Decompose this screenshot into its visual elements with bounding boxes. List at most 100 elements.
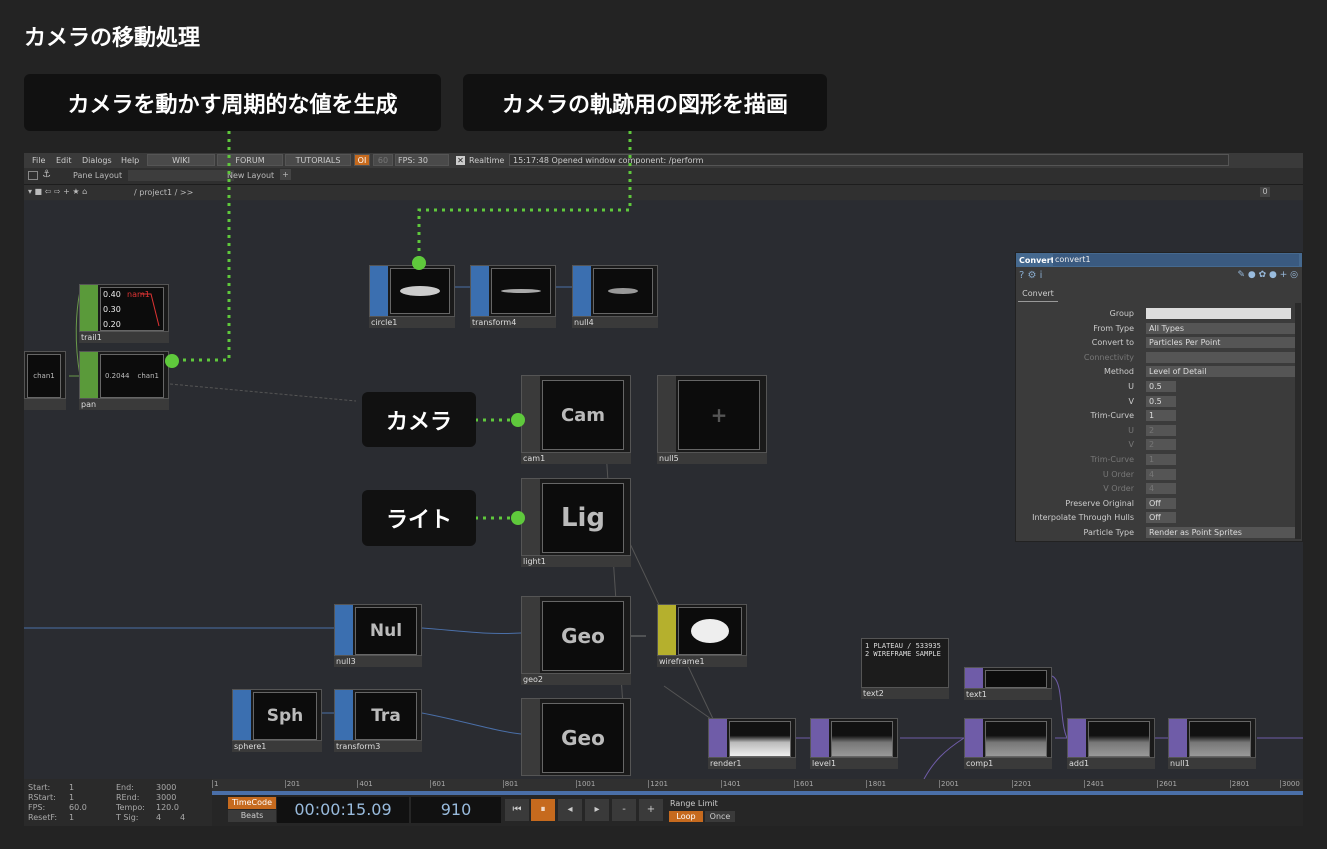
tutorials-button[interactable]: TUTORIALS <box>285 154 351 166</box>
loop-button[interactable]: Loop <box>669 811 703 822</box>
node-null1[interactable]: null1 <box>1168 718 1256 770</box>
node-render1[interactable]: render1 <box>708 718 796 770</box>
menu-help[interactable]: Help <box>121 156 139 165</box>
timeline-range[interactable] <box>212 791 1303 795</box>
param-row[interactable]: Trim-Curve 1 <box>1016 453 1302 466</box>
menu-edit[interactable]: Edit <box>56 156 72 165</box>
param-value[interactable]: 1 <box>1146 454 1176 465</box>
param-row[interactable]: U Order 4 <box>1016 468 1302 481</box>
param-value[interactable]: 0.5 <box>1146 381 1176 392</box>
param-value[interactable] <box>1146 351 1298 363</box>
param-row[interactable]: Particle Type Render as Point Sprites <box>1016 526 1302 539</box>
node-label: cam1 <box>521 453 631 464</box>
timeline-ruler[interactable]: 1 201 401 601 801 1001 1201 1401 1601 1801 2001 220… <box>212 779 1303 791</box>
zero-button[interactable]: 0 <box>1260 187 1270 197</box>
node-transform4[interactable]: transform4 <box>470 265 556 329</box>
param-row[interactable]: Connectivity <box>1016 351 1302 364</box>
rewind-icon[interactable]: ⏮ <box>505 799 529 821</box>
node-chan1-left[interactable]: chan1 <box>24 351 66 411</box>
param-row[interactable]: Method Level of Detail <box>1016 365 1302 378</box>
oi-button[interactable]: OI <box>354 154 370 166</box>
menu-dialogs[interactable]: Dialogs <box>82 156 112 165</box>
param-value[interactable]: Off <box>1146 512 1176 524</box>
pane-icon[interactable] <box>28 171 38 180</box>
step-back-icon[interactable]: ◂ <box>558 799 582 821</box>
node-comp1[interactable]: comp1 <box>964 718 1052 770</box>
param-row[interactable]: V2 <box>1016 438 1302 451</box>
frame-display[interactable]: 910 <box>411 797 501 823</box>
minus-button[interactable]: - <box>612 799 636 821</box>
layout-presets[interactable] <box>128 170 234 181</box>
param-row[interactable]: V 0.5 <box>1016 395 1302 408</box>
node-wireframe1[interactable]: wireframe1 <box>657 604 747 668</box>
realtime-checkbox[interactable]: ✕ <box>456 156 465 165</box>
node-level1[interactable]: level1 <box>810 718 898 770</box>
beats-button[interactable]: Beats <box>228 810 276 822</box>
param-row[interactable]: Convert to Particles Per Point <box>1016 336 1302 349</box>
node-add1[interactable]: add1 <box>1067 718 1155 770</box>
param-value[interactable]: 4 <box>1146 483 1176 495</box>
param-value[interactable]: 0.5 <box>1146 395 1176 407</box>
add-preview <box>1088 721 1150 757</box>
once-button[interactable]: Once <box>705 811 735 822</box>
param-value[interactable]: 4 <box>1146 468 1176 480</box>
node-sphere1[interactable]: Sph sphere1 <box>232 689 322 753</box>
node-label: trail1 <box>79 332 169 343</box>
param-row[interactable]: Trim-Curve 1 <box>1016 409 1302 422</box>
node-null5[interactable]: + null5 <box>657 375 767 465</box>
network-path[interactable]: / project1 / >> <box>134 188 193 197</box>
node-null3[interactable]: Nul null3 <box>334 604 422 668</box>
help-icon[interactable]: ? ⚙ i <box>1019 270 1042 281</box>
param-row[interactable]: U2 <box>1016 424 1302 437</box>
node-text2[interactable]: 1 PLATEAU / 533935 2 WIREFRAME SAMPLE te… <box>861 638 949 700</box>
node-geo-bottom[interactable]: Geo <box>521 698 631 779</box>
new-layout-label[interactable]: New Layout <box>227 171 274 180</box>
node-text1[interactable]: text1 <box>964 667 1052 701</box>
param-value[interactable]: Particles Per Point <box>1146 337 1298 349</box>
node-transform3[interactable]: Tra transform3 <box>334 689 422 753</box>
add-layout-button[interactable]: + <box>280 169 291 180</box>
tab-convert[interactable]: Convert <box>1018 289 1058 302</box>
timecode-display[interactable]: 00:00:15.09 <box>277 797 409 823</box>
param-value[interactable]: Level of Detail <box>1146 366 1298 378</box>
range-limit-label: Range Limit <box>670 799 718 808</box>
node-null4[interactable]: null4 <box>572 265 658 329</box>
panel-scrollbar[interactable] <box>1295 303 1301 539</box>
param-row[interactable]: Preserve Original Off <box>1016 497 1302 510</box>
param-row[interactable]: From Type All Types <box>1016 322 1302 335</box>
wiki-button[interactable]: WIKI <box>147 154 215 166</box>
param-row[interactable]: V Order 4 <box>1016 482 1302 495</box>
param-value[interactable]: 1 <box>1146 410 1176 422</box>
param-label: U <box>1128 382 1134 391</box>
param-value[interactable]: Render as Point Sprites <box>1146 527 1298 538</box>
param-value[interactable]: 2 <box>1146 424 1176 436</box>
ruler-tick: 401 <box>357 780 373 788</box>
menu-file[interactable]: File <box>32 156 45 165</box>
param-row[interactable]: Group <box>1016 307 1302 320</box>
op-name-field[interactable]: convert1 <box>1053 254 1299 266</box>
node-geo2[interactable]: Geo geo2 <box>521 596 631 686</box>
plus-button[interactable]: + <box>639 799 663 821</box>
param-row[interactable]: Interpolate Through Hulls Off <box>1016 511 1302 524</box>
timecode-button[interactable]: TimeCode <box>228 797 276 809</box>
network-editor[interactable]: circle1 transform4 null4 0.40 nam1 0.30 … <box>24 201 1303 779</box>
anchor-icon[interactable]: ⚓ <box>42 169 51 180</box>
panel-tools-icon[interactable]: ✎ ● ✿ ● + ◎ <box>1238 270 1299 280</box>
param-value[interactable] <box>1146 308 1291 319</box>
node-trail1[interactable]: 0.40 nam1 0.30 0.20 trail1 <box>79 284 169 344</box>
step-forward-icon[interactable]: ▸ <box>585 799 609 821</box>
parameter-panel[interactable]: Convert convert1 ? ⚙ i ✎ ● ✿ ● + ◎ Conve… <box>1015 252 1303 542</box>
node-cam1[interactable]: Cam cam1 <box>521 375 631 465</box>
fps-cap[interactable]: 60 <box>373 154 393 166</box>
param-row[interactable]: U 0.5 <box>1016 380 1302 393</box>
node-label: level1 <box>810 758 898 769</box>
param-value[interactable]: 2 <box>1146 439 1176 451</box>
forum-button[interactable]: FORUM <box>217 154 283 166</box>
node-light1[interactable]: Lig light1 <box>521 478 631 568</box>
node-pan[interactable]: 0.2044 chan1 pan <box>79 351 169 411</box>
param-value[interactable]: All Types <box>1146 322 1298 334</box>
pause-icon[interactable]: ⏸ <box>531 799 555 821</box>
nav-arrows-icon[interactable]: ▾ ■ ⇦ ⇨ + ★ ⌂ <box>28 187 87 196</box>
node-circle1[interactable]: circle1 <box>369 265 455 329</box>
param-value[interactable]: Off <box>1146 497 1176 509</box>
